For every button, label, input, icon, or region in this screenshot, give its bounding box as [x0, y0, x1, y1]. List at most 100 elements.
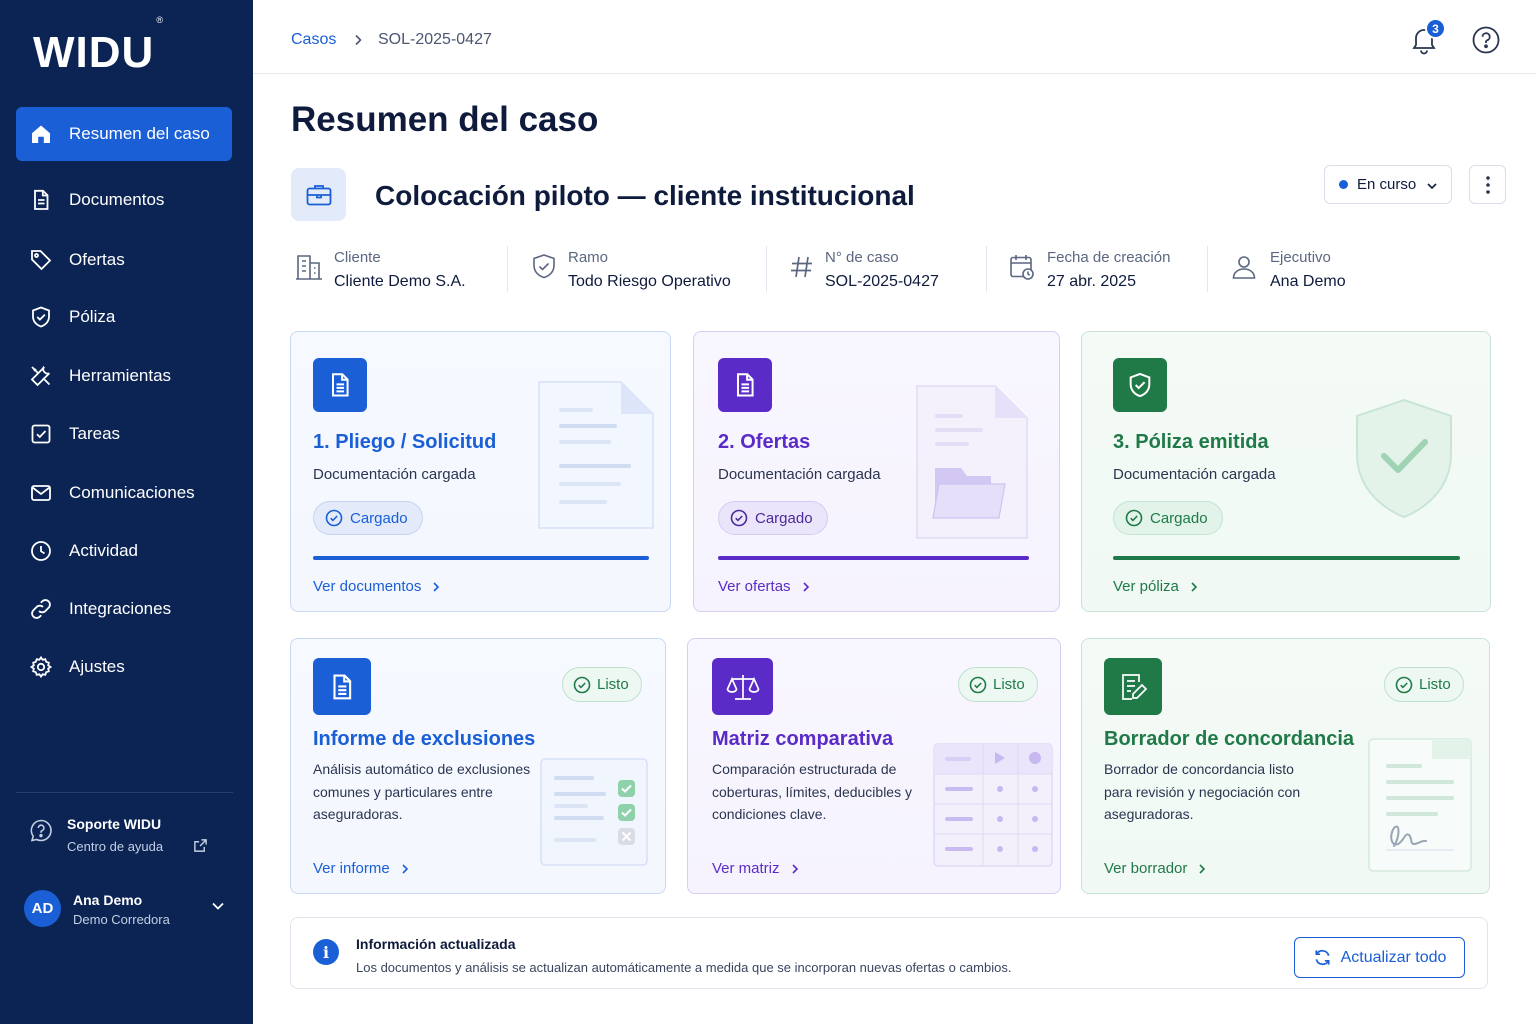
tool-card-matriz[interactable]: Listo Matriz comparativa Comparación est…	[687, 638, 1061, 894]
meta-numero-caso: N° de caso SOL-2025-0427	[788, 246, 968, 294]
document-icon	[737, 373, 754, 397]
status-badge: Cargado	[718, 501, 828, 535]
tool-description: Análisis automático de exclusiones comune…	[313, 761, 531, 822]
gear-icon	[29, 655, 53, 679]
sidebar-item-poliza[interactable]: Póliza	[16, 290, 232, 344]
tool-title: Matriz comparativa	[712, 728, 894, 750]
sidebar-item-label: Tareas	[69, 424, 121, 443]
support-link[interactable]: Soporte WIDU Centro de ayuda	[28, 814, 218, 858]
status-badge: Cargado	[313, 501, 423, 535]
tool-icon	[1104, 658, 1162, 715]
tag-icon	[31, 250, 52, 271]
link-icon	[31, 599, 51, 619]
user-menu[interactable]: AD Ana Demo Demo Corredora	[24, 888, 234, 932]
checklist-illustration-icon	[540, 758, 648, 866]
stage-card-poliza[interactable]: 3. Póliza emitida Documentación cargada …	[1081, 331, 1491, 612]
sidebar-item-actividad[interactable]: Actividad	[16, 524, 232, 578]
tool-card-borrador[interactable]: Listo Borrador de concordancia Borrador …	[1081, 638, 1490, 894]
chevron-down-icon	[212, 902, 224, 910]
stage-title: 3. Póliza emitida	[1113, 431, 1269, 453]
meta-value: Cliente Demo S.A.	[334, 273, 466, 290]
ver-informe-link[interactable]: Ver informe	[313, 860, 411, 877]
ver-documentos-link[interactable]: Ver documentos	[313, 578, 442, 595]
info-banner: i Información actualizada Los documentos…	[290, 917, 1488, 989]
breadcrumb-casos[interactable]: Casos	[291, 31, 336, 49]
refresh-all-button[interactable]: Actualizar todo	[1294, 937, 1465, 978]
ver-poliza-link[interactable]: Ver póliza	[1113, 578, 1200, 595]
tool-title: Borrador de concordancia	[1104, 728, 1355, 750]
case-icon	[291, 168, 346, 221]
sidebar-item-label: Herramientas	[69, 366, 172, 385]
sidebar-item-documentos[interactable]: Documentos	[16, 173, 232, 227]
status-badge-label: Cargado	[1150, 509, 1208, 527]
sidebar-item-label: Ofertas	[69, 250, 125, 269]
sidebar-divider	[16, 792, 233, 793]
link-label: Ver informe	[313, 860, 390, 877]
user-org: Demo Corredora	[73, 912, 170, 927]
tool-title: Informe de exclusiones	[313, 728, 536, 750]
meta-value: Ana Demo	[1270, 273, 1346, 290]
sidebar-item-tareas[interactable]: Tareas	[16, 407, 232, 461]
status-badge-label: Cargado	[350, 509, 408, 527]
sidebar-item-comunicaciones[interactable]: Comunicaciones	[16, 466, 232, 520]
sidebar-item-ajustes[interactable]: Ajustes	[16, 640, 232, 694]
check-circle-icon	[325, 509, 343, 527]
status-badge-label: Listo	[1419, 676, 1451, 693]
chevron-right-icon	[402, 863, 408, 874]
stage-card-pliego[interactable]: 1. Pliego / Solicitud Documentación carg…	[290, 331, 671, 612]
sidebar-item-resumen[interactable]: Resumen del caso	[16, 107, 232, 161]
user-icon	[1232, 256, 1256, 279]
chevron-down-icon	[1427, 183, 1437, 190]
shield-icon	[533, 254, 555, 279]
meta-label: N° de caso	[825, 249, 899, 266]
progress-bar	[1113, 556, 1460, 560]
status-badge: Listo	[958, 667, 1038, 702]
link-label: Ver póliza	[1113, 578, 1179, 595]
status-dropdown[interactable]: En curso	[1324, 165, 1452, 204]
stage-title: 1. Pliego / Solicitud	[313, 431, 497, 453]
meta-divider	[766, 246, 767, 292]
document-illustration-icon	[538, 381, 654, 529]
sidebar-item-ofertas[interactable]: Ofertas	[16, 233, 232, 287]
support-subtitle: Centro de ayuda	[67, 839, 164, 854]
ver-matriz-link[interactable]: Ver matriz	[712, 860, 801, 877]
help-icon[interactable]	[1471, 25, 1501, 55]
shield-icon	[32, 306, 50, 328]
info-icon: i	[313, 939, 339, 965]
hash-icon	[791, 256, 812, 278]
help-circle-icon	[30, 819, 52, 842]
meta-label: Ejecutivo	[1270, 249, 1331, 266]
progress-bar	[718, 556, 1029, 560]
briefcase-icon	[306, 184, 331, 205]
meta-ejecutivo: Ejecutivo Ana Demo	[1230, 246, 1400, 294]
meta-divider	[507, 246, 508, 292]
banner-title: Información actualizada	[356, 936, 516, 952]
more-options-button[interactable]	[1469, 165, 1506, 204]
scale-icon	[726, 674, 759, 700]
ver-borrador-link[interactable]: Ver borrador	[1104, 860, 1208, 877]
sidebar-item-herramientas[interactable]: Herramientas	[16, 349, 232, 403]
matrix-illustration-icon	[933, 743, 1053, 867]
link-label: Ver documentos	[313, 578, 422, 595]
meta-cliente: Cliente Cliente Demo S.A.	[295, 246, 495, 294]
stage-subtitle: Documentación cargada	[1113, 466, 1276, 483]
signature-illustration-icon	[1368, 738, 1472, 872]
widu-logo[interactable]: WIDU®	[33, 15, 163, 78]
status-badge-label: Listo	[597, 676, 629, 693]
meta-label: Ramo	[568, 249, 609, 266]
case-title: Colocación piloto — cliente instituciona…	[375, 180, 915, 211]
sidebar-item-label: Póliza	[69, 307, 116, 326]
page-title: Resumen del caso	[291, 100, 599, 139]
home-icon	[32, 125, 50, 143]
ver-ofertas-link[interactable]: Ver ofertas	[718, 578, 812, 595]
link-label: Ver borrador	[1104, 860, 1188, 877]
tool-card-exclusiones[interactable]: Listo Informe de exclusiones Análisis au…	[290, 638, 666, 894]
notification-badge: 3	[1425, 18, 1446, 39]
status-label: En curso	[1357, 176, 1417, 193]
link-label: Ver matriz	[712, 860, 780, 877]
stage-card-ofertas[interactable]: 2. Ofertas Documentación cargada Cargado…	[693, 331, 1060, 612]
sidebar-item-integraciones[interactable]: Integraciones	[16, 582, 232, 636]
folder-illustration-icon	[916, 385, 1028, 539]
stage-icon	[1113, 358, 1167, 412]
sidebar-item-label: Documentos	[69, 190, 165, 209]
